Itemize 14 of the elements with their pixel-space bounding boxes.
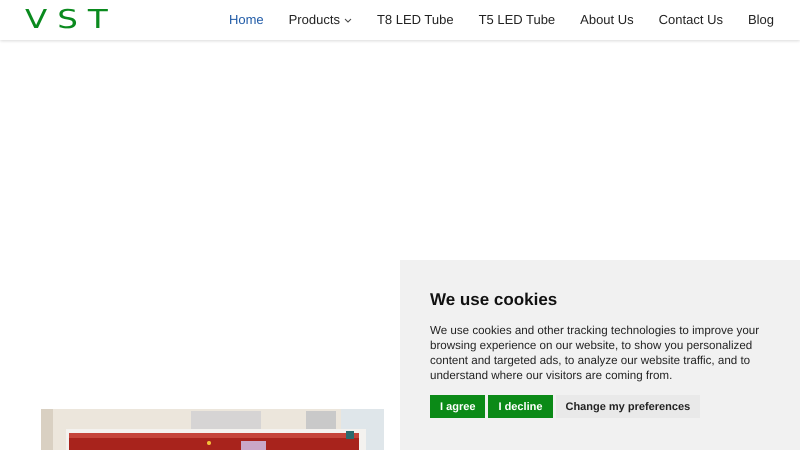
consent-button[interactable]: I agree: [430, 395, 486, 418]
logo[interactable]: VST: [25, 7, 118, 33]
nav-link[interactable]: Home: [228, 10, 264, 30]
consent-button[interactable]: I decline: [488, 395, 552, 418]
chevron-down-icon: [344, 18, 352, 22]
banner-title: We use cookies: [430, 289, 558, 310]
nav-link[interactable]: T8 LED Tube: [376, 10, 454, 30]
nav-link[interactable]: Products: [288, 10, 352, 30]
preferences-button[interactable]: Change my preferences: [556, 395, 700, 418]
nav-link[interactable]: T5 LED Tube: [478, 10, 556, 30]
banner-text: We use cookies and other tracking technologies to improve your browsing experience on our website, to show you personalized content and targeted ads, to analyze our website traffic, and to understand where our visitors are coming from.: [430, 323, 760, 384]
nav-link[interactable]: About Us: [580, 10, 634, 30]
nav-link[interactable]: Blog: [748, 10, 774, 30]
nav-link[interactable]: Contact Us: [658, 10, 723, 30]
